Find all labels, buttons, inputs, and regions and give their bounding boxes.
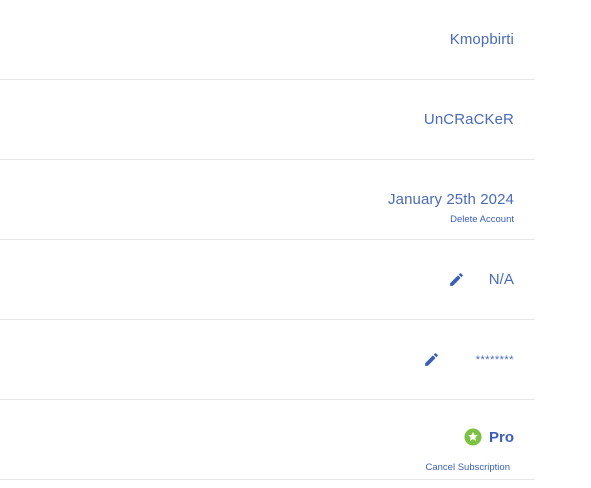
field-value: N/A bbox=[488, 271, 514, 288]
star-badge-icon bbox=[464, 428, 482, 446]
account-row-password: ******** bbox=[0, 320, 535, 400]
cancel-subscription-link[interactable]: Cancel Subscription bbox=[426, 462, 511, 473]
account-details-panel: Kmopbirti UnCRaCKeR January 25th 2024 De… bbox=[0, 0, 535, 488]
account-row-display-name: UnCRaCKeR bbox=[0, 80, 535, 160]
password-value: ******** bbox=[475, 354, 514, 366]
plan-name: Pro bbox=[488, 428, 514, 446]
account-row-editable-field: N/A bbox=[0, 240, 535, 320]
account-row-member-since: January 25th 2024 Delete Account bbox=[0, 160, 535, 240]
delete-account-link[interactable]: Delete Account bbox=[450, 214, 514, 225]
account-row-subscription: Pro Cancel Subscription bbox=[0, 400, 535, 480]
subscription-plan: Pro bbox=[464, 428, 514, 446]
pencil-icon[interactable] bbox=[423, 351, 440, 368]
username-value: Kmopbirti bbox=[449, 31, 514, 48]
pencil-icon[interactable] bbox=[448, 271, 465, 288]
display-name-value: UnCRaCKeR bbox=[423, 111, 514, 128]
account-row-username: Kmopbirti bbox=[0, 0, 535, 80]
member-since-value: January 25th 2024 bbox=[388, 191, 514, 208]
